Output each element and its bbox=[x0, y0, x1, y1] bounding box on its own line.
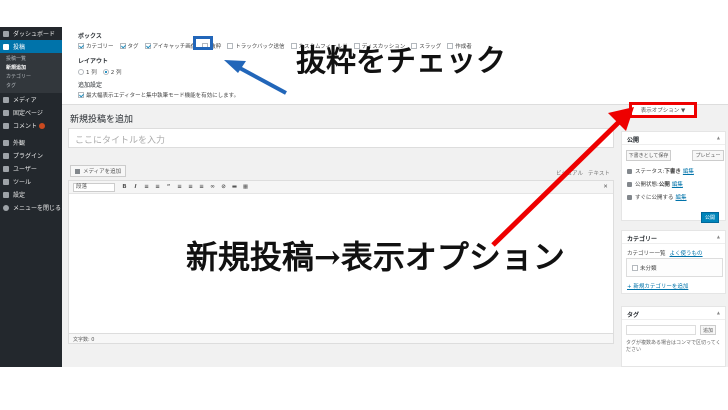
red-arrow-line bbox=[491, 117, 624, 247]
stage: ダッシュボード 投稿 投稿一覧 新規追加 カテゴリー タグ メディア 固定ページ… bbox=[0, 0, 728, 410]
excerpt-annotation: 抜粋をチェック bbox=[296, 44, 506, 79]
blue-arrow-line bbox=[235, 64, 287, 95]
display-options-annotation: 新規投稿→表示オプション bbox=[186, 238, 565, 276]
